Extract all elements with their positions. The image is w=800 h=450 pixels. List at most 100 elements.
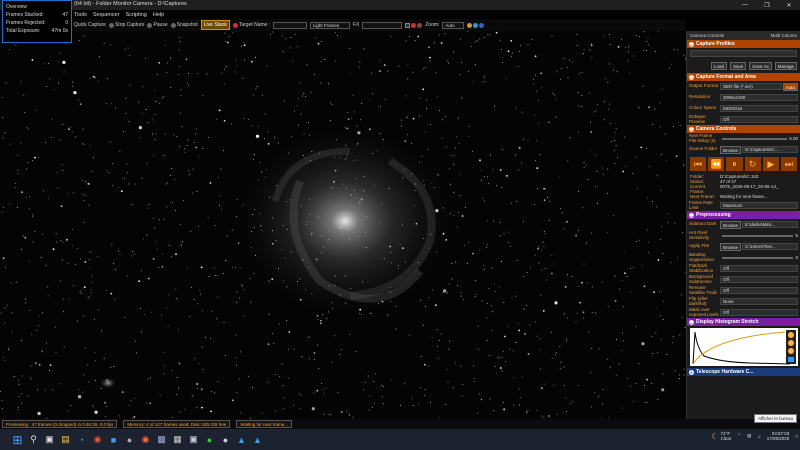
snapshot-button[interactable]: Snapshot xyxy=(170,22,198,28)
histogram-chart[interactable] xyxy=(690,328,798,366)
remove-satellite-select[interactable]: Off xyxy=(720,287,798,294)
app-icon[interactable]: ▣ xyxy=(186,432,201,447)
browse-flat-button[interactable]: Browse xyxy=(720,242,742,251)
fx-select[interactable] xyxy=(362,21,403,29)
flip-select[interactable]: None xyxy=(720,298,798,305)
pin-icon[interactable] xyxy=(479,22,485,28)
chrome-icon[interactable]: ◉ xyxy=(90,432,105,447)
app-icon[interactable]: ● xyxy=(202,432,217,447)
minimize-icon[interactable]: — xyxy=(734,0,756,10)
hot-pixel-value[interactable]: 5 xyxy=(795,233,798,238)
record-icon[interactable] xyxy=(411,22,417,28)
preprocessing-header[interactable]: — Preprocessing xyxy=(687,211,800,219)
magnifier-icon[interactable] xyxy=(473,22,479,28)
debayer-select[interactable]: Off xyxy=(720,116,798,123)
telescope-header[interactable]: + Telescope Hardware C... xyxy=(687,368,800,376)
histogram-tool-icon[interactable] xyxy=(788,332,794,338)
save-button[interactable]: Save xyxy=(729,62,747,70)
flat-dark-select[interactable]: Off xyxy=(720,265,798,272)
first-frame-icon[interactable]: ⏮ xyxy=(690,157,707,171)
hot-pixel-slider[interactable] xyxy=(722,234,794,237)
reload-icon[interactable]: ↻ xyxy=(744,157,761,171)
zoom-select[interactable]: Auto xyxy=(442,21,465,29)
windows-start-icon[interactable]: ⊞ xyxy=(10,432,25,447)
grid-icon[interactable] xyxy=(405,22,411,28)
pause-icon[interactable]: ⏸ xyxy=(726,157,743,171)
frame-type-select[interactable]: Light Frames xyxy=(309,21,350,29)
play-icon[interactable]: ▶ xyxy=(762,157,779,171)
pause-button[interactable]: Pause xyxy=(147,22,168,28)
network-icon[interactable]: ▤ xyxy=(747,433,751,439)
capture-format-header[interactable]: — Capture Format and Area xyxy=(687,73,800,81)
auto-button[interactable]: Auto xyxy=(782,82,798,91)
resolution-row: Resolution 3096x2180 xyxy=(687,92,800,103)
menu-tools[interactable]: Tools xyxy=(74,12,87,18)
debayer-row: Debayer Preview Off xyxy=(687,114,800,125)
expand-icon: + xyxy=(689,369,694,375)
file-explorer-icon[interactable]: ▤ xyxy=(58,432,73,447)
target-name-label: Target Name: xyxy=(232,22,270,28)
sharpcap-icon[interactable]: ◉ xyxy=(138,432,153,447)
background-subtraction-row: Background Subtraction Off xyxy=(687,274,800,285)
colour-space-select[interactable]: MONO16 xyxy=(720,105,798,112)
frame-rate-row: Frame Rate Limit Maximum xyxy=(687,200,800,211)
menu-scripting[interactable]: Scripting xyxy=(125,12,146,18)
save-as-button[interactable]: Save As xyxy=(749,62,772,70)
histogram-tool-icon[interactable] xyxy=(788,348,794,354)
menu-sequencer[interactable]: Sequencer xyxy=(93,12,120,18)
camera-controls-header[interactable]: — Camera Controls xyxy=(687,125,800,133)
weather-widget[interactable]: ☾ 74°F Clear xyxy=(711,431,731,441)
app-icon[interactable]: ● xyxy=(218,432,233,447)
maximize-icon[interactable]: ❐ xyxy=(756,0,778,10)
galaxy-image xyxy=(0,31,686,419)
overview-title: Overview xyxy=(6,4,27,10)
zoom-fit-icon[interactable] xyxy=(467,22,473,28)
frame-rate-select[interactable]: Maximum xyxy=(720,202,798,209)
app-icon[interactable]: ▦ xyxy=(170,432,185,447)
tray-chevron-icon[interactable]: ⌃ xyxy=(737,433,741,439)
edge-icon[interactable]: ◔ xyxy=(74,432,89,447)
resolution-select[interactable]: 3096x2180 xyxy=(720,94,798,101)
capture-profiles-header[interactable]: — Capture Profiles xyxy=(687,40,800,48)
source-folder-value: D:\Captures\IC... xyxy=(742,146,798,153)
stop-capture-button[interactable]: Stop Capture xyxy=(108,22,144,28)
browse-button[interactable]: Browse xyxy=(720,145,742,154)
last-frame-icon[interactable]: ⏭ xyxy=(780,157,798,171)
notifications-icon[interactable]: □ xyxy=(795,434,798,439)
background-subtraction-select[interactable]: Off xyxy=(720,276,798,283)
previewing-status: Previewing : 47 frames (0 dropped) in 0:… xyxy=(2,420,118,428)
banding-slider[interactable] xyxy=(722,256,794,259)
delay-value[interactable]: 5.00 xyxy=(789,136,798,141)
browse-dark-button[interactable]: Browse xyxy=(720,220,742,229)
banding-value[interactable]: 0 xyxy=(795,255,798,260)
save-icon[interactable] xyxy=(788,357,794,362)
histogram-tool-icon[interactable] xyxy=(788,340,794,346)
target-name-input[interactable] xyxy=(272,21,307,29)
menu-help[interactable]: Help xyxy=(153,12,164,18)
output-format-select[interactable]: SER file (*.ser) xyxy=(720,83,782,90)
histogram-header[interactable]: — Display Histogram Stretch xyxy=(687,318,800,326)
clock[interactable]: 03:57:03 17/09/2026 xyxy=(767,431,790,441)
remove-satellite-row: Remove Satellite Trails Off xyxy=(687,285,800,296)
previous-frame-icon[interactable]: ⏪ xyxy=(708,157,725,171)
close-icon[interactable]: ✕ xyxy=(778,0,800,10)
profile-select[interactable] xyxy=(690,50,797,57)
app-icon[interactable]: ▲ xyxy=(250,432,265,447)
multi-column-toggle[interactable]: Multi Column xyxy=(771,33,797,38)
live-stack-button[interactable]: Live Stack xyxy=(200,20,230,30)
crosshair-icon[interactable] xyxy=(417,22,423,28)
manage-button[interactable]: Manage xyxy=(774,62,797,70)
search-icon[interactable]: ⚲ xyxy=(26,432,41,447)
mask-select[interactable]: Off xyxy=(720,309,798,316)
app-icon[interactable]: ▲ xyxy=(234,432,249,447)
volume-icon[interactable]: ♫ xyxy=(757,434,760,439)
store-icon[interactable]: ■ xyxy=(106,432,121,447)
app-icon[interactable]: ▩ xyxy=(154,432,169,447)
quick-capture-button[interactable]: Quick Capture xyxy=(74,22,106,28)
delay-slider[interactable] xyxy=(722,137,788,140)
app-icon[interactable]: ● xyxy=(122,432,137,447)
load-button[interactable]: Load xyxy=(710,62,727,70)
task-view-icon[interactable]: ▣ xyxy=(42,432,57,447)
apply-flat-row: Apply Flat Browse C:\Users\Tosi... xyxy=(687,241,800,252)
live-stack-image[interactable] xyxy=(0,31,686,419)
